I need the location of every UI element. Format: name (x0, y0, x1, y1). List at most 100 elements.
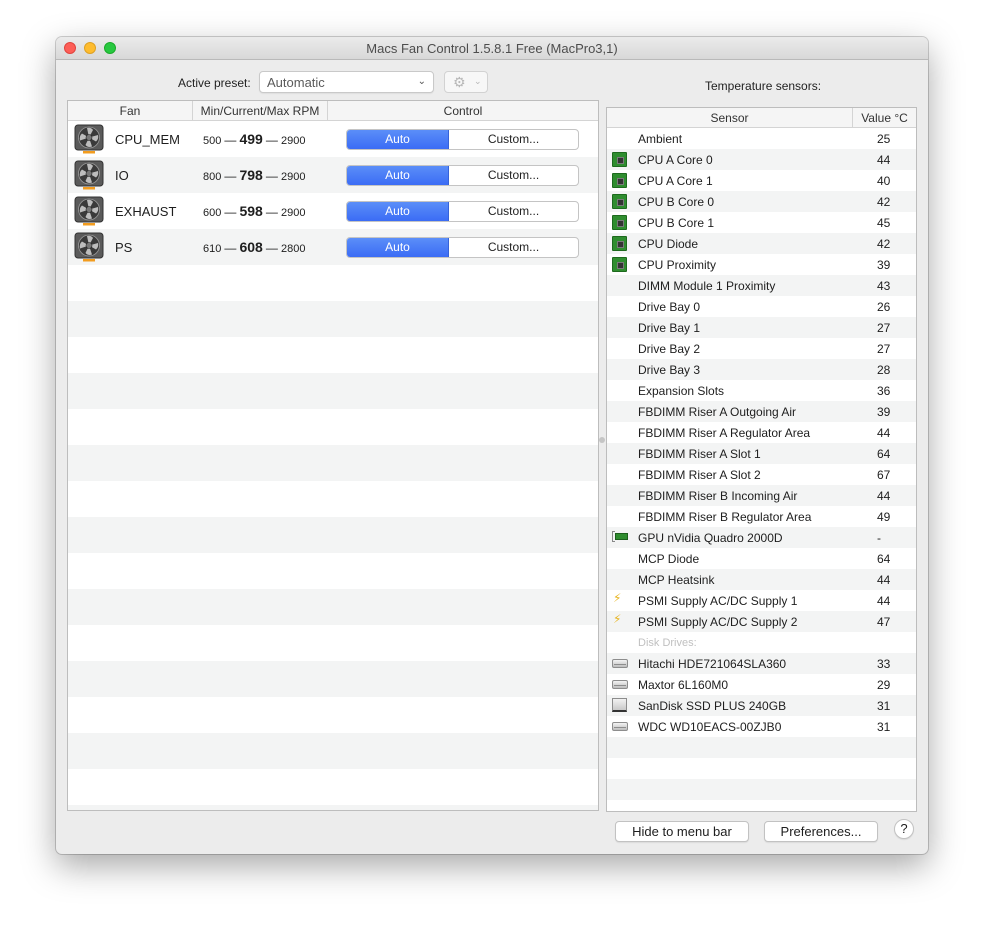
sensor-name: CPU A Core 1 (638, 174, 713, 188)
fan-row[interactable]: CPU_MEM 500 — 499 — 2900 Auto Custom... (68, 121, 598, 157)
empty-row (607, 800, 916, 811)
sensor-row[interactable]: GPU nVidia Quadro 2000D - (607, 527, 916, 548)
cpu-chip-icon (612, 173, 627, 188)
custom-control-button[interactable]: Custom... (449, 238, 578, 257)
cpu-chip-icon (612, 194, 627, 209)
column-header-value[interactable]: Value °C (853, 108, 916, 128)
sensor-table: Sensor Value °C Ambient 25 CPU A Core 0 … (606, 107, 917, 812)
sensor-row[interactable]: Hitachi HDE721064SLA360 33 (607, 653, 916, 674)
sensor-value: 40 (877, 174, 891, 188)
fan-max-rpm: 2900 (280, 207, 306, 219)
sensor-rows: Ambient 25 CPU A Core 0 44 CPU A Core 1 … (607, 128, 916, 811)
sensor-row[interactable]: Drive Bay 2 27 (607, 338, 916, 359)
preferences-button[interactable]: Preferences... (764, 821, 878, 842)
sensor-row[interactable]: ⚡ PSMI Supply AC/DC Supply 2 47 (607, 611, 916, 632)
sensor-row[interactable]: MCP Heatsink 44 (607, 569, 916, 590)
fan-current-rpm: 798 (239, 167, 263, 183)
sensor-row[interactable]: Drive Bay 1 27 (607, 317, 916, 338)
title-bar[interactable]: Macs Fan Control 1.5.8.1 Free (MacPro3,1… (56, 37, 928, 60)
sensor-row[interactable]: Maxtor 6L160M0 29 (607, 674, 916, 695)
custom-control-button[interactable]: Custom... (449, 202, 578, 221)
hard-drive-icon (612, 680, 628, 689)
fan-row[interactable]: IO 800 — 798 — 2900 Auto Custom... (68, 157, 598, 193)
sensor-row[interactable]: ⚡ PSMI Supply AC/DC Supply 1 44 (607, 590, 916, 611)
empty-row (68, 445, 598, 481)
rpm-separator: — (265, 241, 278, 255)
temperature-sensors-label: Temperature sensors: (705, 79, 822, 93)
fan-name: CPU_MEM (115, 131, 181, 147)
fan-rpm: 800 — 798 — 2900 (203, 167, 305, 183)
sensor-row[interactable]: FBDIMM Riser B Regulator Area 49 (607, 506, 916, 527)
sensor-value: 44 (877, 489, 891, 503)
auto-control-button[interactable]: Auto (347, 201, 449, 221)
sensor-value: 27 (877, 321, 891, 335)
sensor-name: Ambient (638, 132, 683, 146)
custom-control-button[interactable]: Custom... (449, 130, 578, 149)
sensor-row[interactable]: FBDIMM Riser A Regulator Area 44 (607, 422, 916, 443)
active-preset-value: Automatic (267, 75, 325, 90)
split-view-divider-handle[interactable] (599, 437, 605, 443)
rpm-separator: — (224, 241, 237, 255)
sensor-row[interactable]: CPU B Core 0 42 (607, 191, 916, 212)
sensor-row[interactable]: FBDIMM Riser B Incoming Air 44 (607, 485, 916, 506)
sensor-row[interactable]: CPU A Core 0 44 (607, 149, 916, 170)
sensor-value: 42 (877, 195, 891, 209)
sensor-row[interactable]: CPU B Core 1 45 (607, 212, 916, 233)
fan-table-empty-rows (68, 265, 598, 810)
sensor-value: 44 (877, 573, 891, 587)
sensor-row[interactable]: Drive Bay 3 28 (607, 359, 916, 380)
column-header-rpm[interactable]: Min/Current/Max RPM (193, 101, 328, 121)
hard-drive-icon (612, 659, 628, 668)
app-window: Macs Fan Control 1.5.8.1 Free (MacPro3,1… (56, 37, 928, 854)
fan-rpm: 600 — 598 — 2900 (203, 203, 305, 219)
column-header-control[interactable]: Control (328, 101, 598, 121)
sensor-name: Expansion Slots (638, 384, 725, 398)
column-header-sensor[interactable]: Sensor (607, 108, 853, 128)
preset-actions-button[interactable]: ⚙ ⌄ (444, 71, 488, 93)
sensor-row[interactable]: FBDIMM Riser A Slot 2 67 (607, 464, 916, 485)
fan-name: PS (115, 239, 133, 255)
fan-current-rpm: 499 (239, 131, 263, 147)
sensor-row[interactable]: SanDisk SSD PLUS 240GB 31 (607, 695, 916, 716)
sensor-value: 47 (877, 615, 891, 629)
sensor-row[interactable]: DIMM Module 1 Proximity 43 (607, 275, 916, 296)
column-header-fan[interactable]: Fan (68, 101, 193, 121)
sensor-row[interactable]: Drive Bay 0 26 (607, 296, 916, 317)
fan-name: EXHAUST (115, 203, 177, 219)
sensor-name: MCP Diode (638, 552, 700, 566)
auto-control-button[interactable]: Auto (347, 165, 449, 185)
sensor-row[interactable]: Ambient 25 (607, 128, 916, 149)
hard-drive-icon (612, 722, 628, 731)
sensor-value: 44 (877, 594, 891, 608)
empty-row (68, 553, 598, 589)
sensor-name: PSMI Supply AC/DC Supply 2 (638, 615, 798, 629)
auto-control-button[interactable]: Auto (347, 237, 449, 257)
fan-min-rpm: 600 (203, 207, 222, 219)
fan-rpm: 610 — 608 — 2800 (203, 239, 305, 255)
sensor-row[interactable]: FBDIMM Riser A Outgoing Air 39 (607, 401, 916, 422)
fan-name: IO (115, 167, 129, 183)
sensor-value: 64 (877, 447, 891, 461)
empty-row (607, 758, 916, 779)
sensor-row[interactable]: FBDIMM Riser A Slot 1 64 (607, 443, 916, 464)
fan-min-rpm: 500 (203, 135, 222, 147)
sensor-row[interactable]: CPU Diode 42 (607, 233, 916, 254)
fan-row[interactable]: PS 610 — 608 — 2800 Auto Custom... (68, 229, 598, 265)
help-button[interactable]: ? (894, 819, 914, 839)
fan-max-rpm: 2900 (280, 171, 306, 183)
sensor-row[interactable]: CPU Proximity 39 (607, 254, 916, 275)
sensor-row[interactable]: WDC WD10EACS-00ZJB0 31 (607, 716, 916, 737)
custom-control-button[interactable]: Custom... (449, 166, 578, 185)
sensor-row[interactable]: Expansion Slots 36 (607, 380, 916, 401)
gear-icon: ⚙ (453, 74, 466, 90)
sensor-name: SanDisk SSD PLUS 240GB (638, 699, 787, 713)
active-preset-select[interactable]: Automatic ⌄ (259, 71, 434, 93)
hide-to-menu-bar-button[interactable]: Hide to menu bar (615, 821, 749, 842)
sensor-row[interactable]: CPU A Core 1 40 (607, 170, 916, 191)
sensor-row[interactable]: MCP Diode 64 (607, 548, 916, 569)
sensor-table-header: Sensor Value °C (607, 108, 916, 128)
fan-row[interactable]: EXHAUST 600 — 598 — 2900 Auto Custom... (68, 193, 598, 229)
auto-control-button[interactable]: Auto (347, 129, 449, 149)
empty-row (68, 805, 598, 810)
fan-control-segmented: Auto Custom... (346, 200, 579, 222)
